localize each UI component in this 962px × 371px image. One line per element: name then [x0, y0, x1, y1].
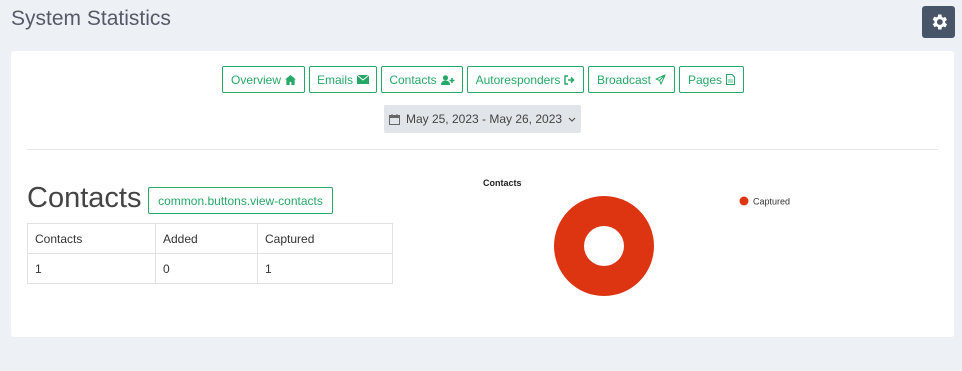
- pages-label: Pages: [687, 72, 723, 87]
- pages-button[interactable]: Pages: [679, 66, 744, 93]
- date-range-label: May 25, 2023 - May 26, 2023: [405, 112, 563, 126]
- contacts-label: Contacts: [389, 72, 437, 87]
- section-title: Contacts: [27, 182, 142, 214]
- contacts-donut-chart: Contacts Captured: [483, 178, 790, 297]
- page-title: System Statistics: [11, 7, 171, 30]
- column-header: Contacts: [27, 223, 156, 254]
- settings-button[interactable]: [922, 6, 955, 38]
- paper-plane-icon: [655, 74, 666, 85]
- sign-out-icon: [564, 74, 575, 85]
- chart-title: Contacts: [483, 178, 522, 188]
- autoresponders-label: Autoresponders: [475, 72, 561, 87]
- emails-button[interactable]: Emails: [309, 66, 377, 93]
- column-header: Captured: [257, 223, 393, 254]
- pie-slice-captured[interactable]: [554, 195, 654, 297]
- calendar-icon: [388, 113, 400, 125]
- user-plus-icon: [440, 74, 455, 85]
- table-cell: 0: [155, 253, 258, 284]
- overview-label: Overview: [230, 72, 281, 87]
- contacts-button[interactable]: Contacts: [381, 66, 463, 93]
- divider: [27, 149, 938, 150]
- envelope-icon: [357, 75, 369, 84]
- contacts-stats-table: Contacts Added Captured 1 0 1: [27, 223, 393, 284]
- emails-label: Emails: [316, 72, 353, 87]
- home-icon: [285, 74, 296, 85]
- broadcast-button[interactable]: Broadcast: [588, 66, 675, 93]
- table-cell: 1: [27, 253, 156, 284]
- gear-icon: [932, 14, 947, 30]
- chevron-down-icon: [568, 117, 576, 122]
- date-range-picker[interactable]: May 25, 2023 - May 26, 2023: [384, 105, 581, 133]
- stats-nav: Overview Emails Contacts Autoresponders …: [222, 66, 744, 93]
- table-cell: 1: [257, 253, 393, 284]
- legend-marker: [739, 196, 749, 206]
- table-row: 1 0 1: [27, 253, 393, 284]
- file-icon: [726, 74, 736, 85]
- legend-label[interactable]: Captured: [753, 197, 790, 207]
- overview-button[interactable]: Overview: [222, 66, 305, 93]
- view-contacts-button[interactable]: common.buttons.view-contacts: [148, 187, 333, 214]
- autoresponders-button[interactable]: Autoresponders: [467, 66, 584, 93]
- statistics-panel: Overview Emails Contacts Autoresponders …: [11, 51, 954, 337]
- column-header: Added: [155, 223, 258, 254]
- table-header-row: Contacts Added Captured: [27, 223, 393, 254]
- broadcast-label: Broadcast: [596, 72, 652, 87]
